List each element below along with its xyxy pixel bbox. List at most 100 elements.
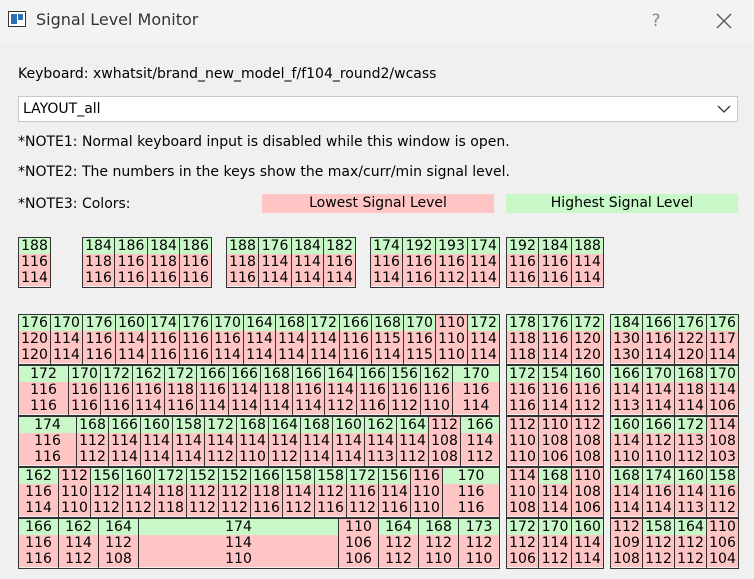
- chevron-down-icon: [717, 105, 731, 113]
- key-curr-level: 110: [436, 331, 467, 347]
- key-max-level: 166: [19, 519, 58, 535]
- key-cell: 168 112 110: [418, 518, 459, 569]
- key-min-level: 120: [19, 347, 50, 363]
- key-min-level: 112: [461, 449, 499, 465]
- key-cell: 186 116 116: [179, 237, 212, 288]
- key-min-level: 116: [403, 270, 435, 286]
- key-min-level: 114: [371, 270, 402, 286]
- key-min-level: 114: [453, 398, 499, 414]
- key-curr-level: 116: [404, 331, 435, 347]
- key-min-level: 112: [219, 500, 250, 516]
- key-min-level: 110: [139, 551, 338, 567]
- key-curr-level: 112: [507, 535, 538, 551]
- key-min-level: 112: [269, 449, 300, 465]
- key-cell: 152 112 112: [186, 467, 219, 518]
- layout-select[interactable]: LAYOUT_all: [18, 96, 738, 122]
- key-cell: 176 116 116: [179, 314, 212, 365]
- key-cell: 168 118 114: [674, 365, 707, 416]
- key-max-level: 170: [404, 315, 435, 331]
- key-max-level: 166: [643, 417, 674, 433]
- key-curr-level: 118: [165, 382, 196, 398]
- key-max-level: 158: [315, 468, 346, 484]
- key-curr-level: 116: [643, 331, 674, 347]
- key-curr-level: 116: [539, 382, 571, 398]
- key-cell: 166 114 114: [108, 416, 141, 467]
- key-curr-level: 114: [173, 433, 204, 449]
- key-max-level: 170: [443, 468, 499, 484]
- key-max-level: 168: [77, 417, 108, 433]
- close-button[interactable]: [704, 6, 744, 36]
- key-max-level: 158: [173, 417, 204, 433]
- key-curr-level: 116: [19, 535, 58, 551]
- key-curr-level: 109: [611, 535, 642, 551]
- key-max-level: 184: [611, 315, 642, 331]
- key-max-level: 172: [507, 366, 538, 382]
- key-cell: 158 114 112: [282, 467, 315, 518]
- key-cell: 162 114 113: [364, 416, 397, 467]
- key-curr-level: 112: [675, 535, 706, 551]
- key-max-level: 160: [116, 315, 147, 331]
- key-curr-level: 116: [324, 254, 355, 270]
- key-max-level: 176: [675, 315, 706, 331]
- key-cell: 160 114 114: [115, 314, 148, 365]
- key-min-level: 114: [259, 270, 291, 286]
- key-curr-level: 118: [675, 382, 706, 398]
- key-cell: 174 116 116: [147, 314, 180, 365]
- key-min-level: 114: [675, 398, 706, 414]
- key-cell: 164 114 112: [268, 416, 301, 467]
- help-button[interactable]: ?: [644, 8, 668, 34]
- key-cell: 172 116 112: [346, 467, 379, 518]
- key-cell: 172 113 112: [674, 416, 707, 467]
- key-curr-level: 114: [123, 484, 154, 500]
- key-max-level: 160: [141, 417, 172, 433]
- key-cell: 170 114 114: [50, 314, 83, 365]
- key-max-level: 168: [301, 417, 332, 433]
- key-min-level: 110: [611, 449, 642, 465]
- key-max-level: 192: [403, 238, 435, 254]
- key-max-level: 174: [148, 315, 179, 331]
- key-curr-level: 114: [365, 433, 396, 449]
- key-cell: 114 108 103: [706, 416, 739, 467]
- key-max-level: 112: [611, 519, 642, 535]
- key-curr-level: 114: [539, 535, 571, 551]
- key-min-level: 114: [301, 449, 332, 465]
- key-min-level: 112: [77, 449, 108, 465]
- key-curr-level: 117: [707, 331, 738, 347]
- key-curr-level: 116: [347, 484, 378, 500]
- key-curr-level: 114: [51, 331, 82, 347]
- key-max-level: 174: [643, 468, 674, 484]
- key-cell: 166 114 113: [610, 365, 643, 416]
- key-min-level: 114: [539, 500, 571, 516]
- key-max-level: 168: [675, 366, 706, 382]
- key-curr-level: 116: [19, 382, 68, 398]
- key-cell: 168 114 114: [538, 467, 572, 518]
- key-max-level: 168: [611, 468, 642, 484]
- key-curr-level: 112: [219, 484, 250, 500]
- key-curr-level: 116: [133, 382, 164, 398]
- key-min-level: 112: [205, 449, 236, 465]
- key-curr-level: 114: [461, 433, 499, 449]
- key-cell: 168 114 114: [275, 314, 308, 365]
- key-min-level: 116: [340, 347, 371, 363]
- key-min-level: 112: [325, 398, 356, 414]
- key-cell: 164 114 112: [396, 416, 429, 467]
- key-cell: 162 114 112: [58, 518, 99, 569]
- key-cell: 158 116 112: [706, 467, 739, 518]
- key-min-level: 114: [468, 347, 499, 363]
- key-cell: 166 114 114: [228, 365, 261, 416]
- key-min-level: 112: [707, 500, 738, 516]
- key-curr-level: 114: [141, 433, 172, 449]
- key-curr-level: 110: [59, 484, 90, 500]
- key-max-level: 158: [643, 519, 674, 535]
- key-curr-level: 114: [116, 331, 147, 347]
- key-curr-level: 108: [429, 433, 460, 449]
- key-min-level: 112: [539, 551, 571, 567]
- key-max-level: 188: [19, 238, 50, 254]
- key-min-level: 110: [459, 551, 499, 567]
- key-max-level: 172: [101, 366, 132, 382]
- key-cell: 110 108 106: [538, 416, 572, 467]
- key-cell: 154 116 114: [538, 365, 572, 416]
- key-min-level: 116: [180, 347, 211, 363]
- key-min-level: 114: [292, 270, 323, 286]
- key-min-level: 108: [507, 500, 538, 516]
